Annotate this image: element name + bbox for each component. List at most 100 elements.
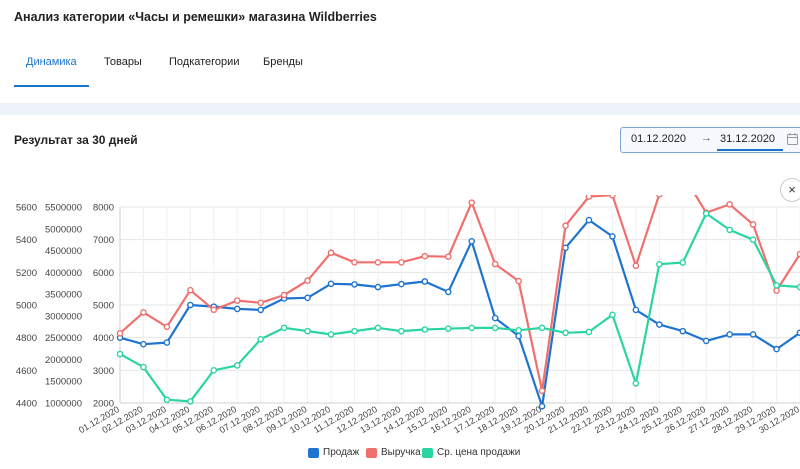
data-point-sales[interactable] [233,305,241,313]
data-point-sales[interactable] [773,345,780,353]
data-point-revenue[interactable] [468,199,476,206]
y-tick-label-price: 5000 [16,301,37,312]
data-point-price[interactable] [210,367,218,374]
y-tick-label-revenue: 3500000 [45,290,82,301]
data-point-price[interactable] [515,327,522,334]
data-point-sales[interactable] [257,306,264,314]
data-point-revenue[interactable] [374,259,382,266]
tab-brands[interactable]: Бренды [263,56,303,86]
data-point-sales[interactable] [421,278,429,285]
data-point-price[interactable] [491,324,499,332]
data-point-sales[interactable] [749,331,757,338]
data-point-sales[interactable] [491,314,499,322]
chart-legend: Продаж Выручка Ср. цена продажи [0,446,800,460]
data-point-price[interactable] [421,326,429,333]
y-tick-label-revenue: 2500000 [45,333,82,344]
date-to-input[interactable]: 31.12.2020 [720,133,775,145]
data-point-price[interactable] [702,210,710,217]
data-point-price[interactable] [116,350,124,358]
data-point-revenue[interactable] [351,259,358,266]
data-point-price[interactable] [233,362,241,369]
data-point-price[interactable] [585,328,593,336]
data-point-sales[interactable] [444,288,452,296]
data-point-price[interactable] [562,329,569,337]
data-point-revenue[interactable] [632,262,640,270]
data-point-price[interactable] [609,311,616,319]
y-axis-sales: 2000300040005000600070008000 [93,203,114,410]
data-point-revenue[interactable] [280,291,288,299]
data-point-price[interactable] [304,327,311,335]
y-tick-label-sales: 4000 [93,333,114,344]
data-point-price[interactable] [468,324,476,332]
data-point-revenue[interactable] [726,201,733,208]
date-from-input[interactable]: 01.12.2020 [631,133,686,145]
data-point-sales[interactable] [585,216,593,224]
data-point-revenue[interactable] [233,297,241,304]
data-point-price[interactable] [187,398,194,405]
data-point-revenue[interactable] [327,249,335,257]
data-point-revenue[interactable] [562,222,569,230]
tab-dynamics[interactable]: Динамика [14,56,89,87]
data-point-sales[interactable] [679,327,687,335]
data-point-revenue[interactable] [187,286,194,294]
data-point-price[interactable] [257,335,264,343]
data-point-price[interactable] [398,327,405,335]
data-point-price[interactable] [140,363,147,371]
data-point-sales[interactable] [468,238,476,245]
data-point-price[interactable] [773,282,780,289]
data-point-revenue[interactable] [773,287,780,294]
data-point-revenue[interactable] [140,309,147,316]
data-point-revenue[interactable] [257,299,264,307]
data-point-price[interactable] [163,396,171,404]
data-point-price[interactable] [280,324,288,332]
data-point-sales[interactable] [726,331,733,338]
data-point-price[interactable] [444,325,452,332]
legend-label: Выручка [381,447,421,458]
calendar-icon[interactable] [787,133,798,145]
data-point-revenue[interactable] [491,260,499,268]
data-point-sales[interactable] [304,294,311,302]
data-point-price[interactable] [679,259,687,266]
data-point-revenue[interactable] [421,252,429,260]
data-point-price[interactable] [327,331,335,338]
data-point-revenue[interactable] [444,253,452,260]
data-point-sales[interactable] [656,321,663,328]
data-point-sales[interactable] [398,280,405,288]
tab-label: Подкатегории [169,56,240,68]
data-point-revenue[interactable] [398,259,405,266]
data-point-price[interactable] [726,226,733,234]
data-point-sales[interactable] [351,281,358,288]
data-point-sales[interactable] [632,306,640,314]
data-point-sales[interactable] [327,280,335,288]
data-point-sales[interactable] [538,402,546,410]
y-tick-label-price: 4600 [16,366,37,377]
data-point-sales[interactable] [702,337,710,345]
data-point-sales[interactable] [187,301,194,309]
data-point-revenue[interactable] [304,277,311,284]
date-range-picker[interactable]: 01.12.2020 → 31.12.2020 [620,127,800,153]
data-point-sales[interactable] [609,233,616,240]
tab-products[interactable]: Товары [104,56,142,86]
data-point-revenue[interactable] [515,277,522,285]
y-axis-revenue: 1000000 1500000 2000000 2500000 3000000 35000… [45,203,82,410]
data-point-revenue[interactable] [585,195,593,200]
data-point-sales[interactable] [163,339,171,346]
data-point-revenue[interactable] [656,195,663,198]
data-point-revenue[interactable] [609,195,616,199]
data-point-sales[interactable] [374,283,382,291]
data-point-revenue[interactable] [163,323,171,331]
data-point-revenue[interactable] [210,306,218,314]
data-point-price[interactable] [351,327,358,335]
tab-subcategories[interactable]: Подкатегории [169,56,239,86]
data-point-sales[interactable] [515,332,522,340]
data-point-price[interactable] [749,236,757,243]
data-point-revenue[interactable] [116,330,124,337]
data-point-revenue[interactable] [538,387,546,395]
data-point-price[interactable] [538,324,546,332]
data-point-price[interactable] [656,260,663,268]
data-point-price[interactable] [632,380,640,387]
data-point-price[interactable] [374,324,382,332]
y-axis-price: 4400 4600 4800 5000 5200 5400 5600 [16,203,37,410]
data-point-sales[interactable] [140,340,147,348]
data-point-revenue[interactable] [749,221,757,228]
